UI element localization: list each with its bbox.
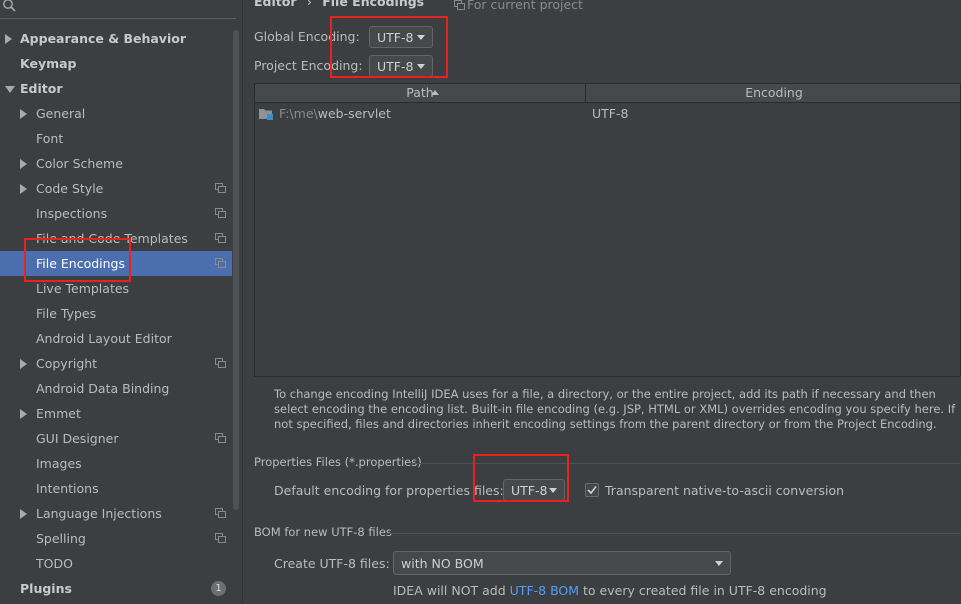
checkmark-icon bbox=[587, 486, 597, 495]
sidebar-item-images[interactable]: Images bbox=[0, 451, 232, 476]
sidebar-item-copyright[interactable]: Copyright bbox=[0, 351, 232, 376]
sidebar-item-label: Color Scheme bbox=[36, 156, 123, 171]
sidebar-item-plugins[interactable]: Plugins 1 bbox=[0, 576, 232, 601]
row-encoding: UTF-8 bbox=[592, 106, 629, 121]
bom-note: IDEA will NOT add UTF-8 BOM to every cre… bbox=[393, 583, 827, 598]
sidebar-item-label: GUI Designer bbox=[36, 431, 119, 446]
utf8-bom-link[interactable]: UTF-8 BOM bbox=[510, 583, 579, 598]
sidebar-item-label: Images bbox=[36, 456, 82, 471]
properties-default-label: Default encoding for properties files: bbox=[274, 483, 504, 498]
sidebar-item-android-layout-editor[interactable]: Android Layout Editor bbox=[0, 326, 232, 351]
sidebar-item-label: Inspections bbox=[36, 206, 108, 221]
properties-group-title: Properties Files (*.properties) bbox=[254, 455, 422, 469]
chevron-right-icon[interactable] bbox=[20, 184, 27, 194]
sidebar-item-inspections[interactable]: Inspections bbox=[0, 201, 232, 226]
sidebar-item-android-data-binding[interactable]: Android Data Binding bbox=[0, 376, 232, 401]
chevron-down-icon[interactable] bbox=[5, 86, 15, 93]
project-scope-icon bbox=[454, 0, 465, 10]
breadcrumb-scope-note: For current project bbox=[467, 0, 583, 12]
table-row[interactable]: F:\me\web-servlet UTF-8 bbox=[255, 103, 960, 125]
sidebar-item-gui-designer[interactable]: GUI Designer bbox=[0, 426, 232, 451]
project-scope-icon bbox=[215, 183, 226, 193]
sidebar-item-label: Copyright bbox=[36, 356, 98, 371]
sidebar-item-label: Intentions bbox=[36, 481, 99, 496]
chevron-right-icon[interactable] bbox=[20, 109, 27, 119]
highlight-box-file-encodings bbox=[24, 238, 131, 282]
chevron-right-icon[interactable] bbox=[20, 409, 27, 419]
sidebar-item-todo[interactable]: TODO bbox=[0, 551, 232, 576]
sidebar-item-label: Keymap bbox=[20, 56, 77, 71]
project-scope-icon bbox=[215, 358, 226, 368]
create-utf8-dropdown[interactable]: with NO BOM bbox=[393, 551, 731, 575]
create-utf8-label: Create UTF-8 files: bbox=[274, 556, 390, 571]
bom-group-title: BOM for new UTF-8 files bbox=[254, 525, 392, 539]
sidebar-item-label: Spelling bbox=[36, 531, 86, 546]
chevron-right-icon[interactable] bbox=[20, 159, 27, 169]
chevron-right-icon[interactable] bbox=[20, 359, 27, 369]
sidebar-item-label: Android Layout Editor bbox=[36, 331, 172, 346]
module-folder-icon bbox=[259, 109, 273, 120]
sidebar-item-spelling[interactable]: Spelling bbox=[0, 526, 232, 551]
native-to-ascii-label[interactable]: Transparent native-to-ascii conversion bbox=[605, 483, 844, 498]
project-scope-icon bbox=[215, 233, 226, 243]
sidebar-item-keymap[interactable]: Keymap bbox=[0, 51, 232, 76]
settings-sidebar: Appearance & Behavior Keymap Editor General… bbox=[0, 0, 243, 604]
sidebar-item-label: Editor bbox=[20, 81, 63, 96]
project-scope-icon bbox=[215, 208, 226, 218]
project-scope-icon bbox=[215, 433, 226, 443]
chevron-right-icon[interactable] bbox=[5, 34, 12, 44]
breadcrumb-separator: › bbox=[306, 0, 312, 9]
highlight-box-properties bbox=[473, 454, 569, 502]
column-header-encoding[interactable]: Encoding bbox=[586, 84, 961, 102]
sidebar-item-label: Appearance & Behavior bbox=[20, 31, 186, 46]
highlight-box-encodings bbox=[330, 16, 448, 78]
breadcrumb-current: File Encodings bbox=[322, 0, 425, 9]
sidebar-item-label: Language Injections bbox=[36, 506, 162, 521]
sidebar-scrollbar[interactable] bbox=[233, 30, 239, 510]
sidebar-item-intentions[interactable]: Intentions bbox=[0, 476, 232, 501]
chevron-down-icon bbox=[715, 561, 723, 566]
sidebar-item-label: Emmet bbox=[36, 406, 81, 421]
settings-tree: Appearance & Behavior Keymap Editor General… bbox=[0, 26, 232, 601]
update-count-badge: 1 bbox=[211, 581, 226, 596]
path-encoding-table: Path Encoding F:\me\web-servlet UTF-8 bbox=[254, 83, 961, 377]
native-to-ascii-checkbox[interactable] bbox=[585, 483, 599, 497]
sidebar-item-editor[interactable]: Editor bbox=[0, 76, 232, 101]
create-utf8-value: with NO BOM bbox=[401, 556, 484, 571]
breadcrumb-parent: Editor bbox=[254, 0, 297, 9]
breadcrumb: Editor › File Encodings bbox=[254, 0, 424, 9]
sort-ascending-icon bbox=[431, 90, 439, 95]
sidebar-item-label: Android Data Binding bbox=[36, 381, 170, 396]
sidebar-item-font[interactable]: Font bbox=[0, 126, 232, 151]
sidebar-item-file-types[interactable]: File Types bbox=[0, 301, 232, 326]
sidebar-item-label: File Types bbox=[36, 306, 97, 321]
sidebar-item-emmet[interactable]: Emmet bbox=[0, 401, 232, 426]
sidebar-item-label: Plugins bbox=[20, 581, 72, 596]
sidebar-item-label: TODO bbox=[36, 556, 73, 571]
path-prefix: F:\me\ bbox=[279, 106, 318, 121]
project-scope-icon bbox=[215, 258, 226, 268]
chevron-right-icon[interactable] bbox=[20, 509, 27, 519]
sidebar-item-color-scheme[interactable]: Color Scheme bbox=[0, 151, 232, 176]
sidebar-item-label: General bbox=[36, 106, 86, 121]
sidebar-item-label: Font bbox=[36, 131, 64, 146]
project-scope-icon bbox=[215, 508, 226, 518]
sidebar-item-appearance-behavior[interactable]: Appearance & Behavior bbox=[0, 26, 232, 51]
table-header: Path Encoding bbox=[255, 84, 960, 103]
path-name: web-servlet bbox=[317, 106, 391, 121]
help-text: To change encoding IntelliJ IDEA uses fo… bbox=[274, 387, 956, 431]
search-icon bbox=[3, 0, 16, 12]
file-encodings-panel: Editor › File Encodings For current proj… bbox=[243, 0, 961, 604]
sidebar-item-general[interactable]: General bbox=[0, 101, 232, 126]
sidebar-item-language-injections[interactable]: Language Injections bbox=[0, 501, 232, 526]
settings-search-input[interactable] bbox=[0, 0, 236, 19]
column-header-path[interactable]: Path bbox=[255, 84, 585, 102]
project-scope-icon bbox=[215, 533, 226, 543]
sidebar-item-code-style[interactable]: Code Style bbox=[0, 176, 232, 201]
sidebar-item-label: Code Style bbox=[36, 181, 104, 196]
